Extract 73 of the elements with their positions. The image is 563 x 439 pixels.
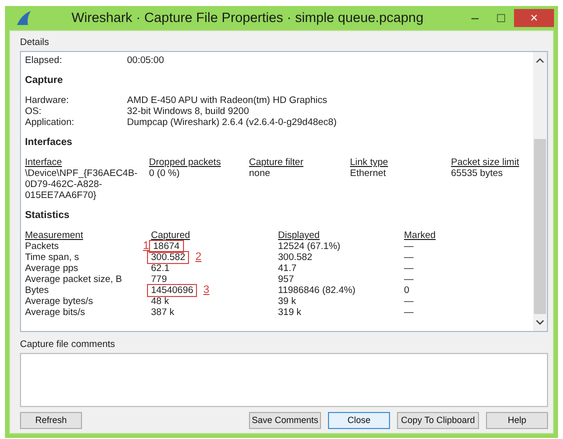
dialog-button[interactable]: Refresh [20,412,82,429]
callout-number: 3 [203,284,210,296]
column-header: Capture filter [249,157,304,168]
dialog-button[interactable]: Save Comments [249,412,321,429]
table-cell: 779 [151,274,167,285]
boxed-value: 300.582 [147,251,190,264]
column-header: Captured [151,230,190,241]
column-header: Packet size limit [451,157,520,168]
window-title: Wireshark · Capture File Properties · simple queue.pcapng [70,10,424,26]
table-cell: 41.7 [278,263,296,274]
table-cell: none [249,168,270,179]
scroll-thumb[interactable] [534,138,546,314]
table-cell: Time span, s [25,252,80,263]
callout-number: 2 [195,251,202,263]
close-button[interactable]: × [514,9,554,27]
property-label: Hardware: [25,95,69,106]
table-cell: 12524 (67.1%) [278,241,340,252]
section-label: Capture file comments [20,339,116,350]
table-cell: 300.582 [278,252,312,263]
section-heading: Interfaces [25,137,74,148]
scroll-down-icon[interactable] [536,320,544,325]
section-label: Details [20,37,50,48]
table-cell: — [404,241,414,252]
property-value: AMD E-450 APU with Radeon(tm) HD Graphics [127,95,328,106]
table-cell: Average bits/s [25,307,86,318]
dialog-button[interactable]: Close [328,412,390,429]
comments-field[interactable] [20,353,548,407]
property-value: 00:05:00 [127,55,164,66]
table-cell-text: \Device\NPF_{F36AEC4B-0D79-462C-A828-015EE7AA6F70} [25,168,138,201]
table-cell: 0 [404,285,410,296]
column-header: Link type [350,157,388,168]
table-cell: Average bytes/s [25,296,93,307]
table-cell: Ethernet [350,168,386,179]
property-label: Application: [25,117,74,128]
property-value: 32-bit Windows 8, build 9200 [127,106,249,117]
table-cell: 65535 bytes [451,168,503,179]
table-cell: Average pps [25,263,78,274]
table-cell: 39 k [278,296,296,307]
section-heading: Statistics [25,210,70,221]
table-cell: Average packet size, B [25,274,122,285]
table-cell: 48 k [151,296,169,307]
column-header: Marked [404,230,436,241]
column-header: Dropped packets [149,157,221,168]
column-header: Displayed [278,230,320,241]
dialog-button[interactable]: Help [486,412,548,429]
section-heading: Capture [25,75,64,86]
property-label: Elapsed: [25,55,62,66]
table-cell: Bytes [25,285,49,296]
minimize-button[interactable]: – [462,9,488,27]
boxed-value: 18674 [149,240,184,253]
callout-number: 1 [143,240,150,252]
shark-fin-icon [15,10,33,26]
column-header: Interface [25,157,62,168]
property-label: OS: [25,106,42,117]
table-cell: 319 k [278,307,302,318]
table-cell: — [404,307,414,318]
dialog-button[interactable]: Copy To Clipboard [397,412,479,429]
table-cell: — [404,274,414,285]
scrollbar[interactable] [533,52,547,331]
boxed-value: 14540696 [147,284,198,297]
table-cell: — [404,296,414,307]
table-cell: — [404,252,414,263]
table-cell: 62.1 [151,263,170,274]
table-cell: 387 k [151,307,174,318]
column-header: Measurement [25,230,84,241]
maximize-button[interactable]: □ [488,9,514,27]
table-cell: — [404,263,414,274]
table-cell: 957 [278,274,294,285]
table-cell: Packets [25,241,59,252]
property-value: Dumpcap (Wireshark) 2.6.4 (v2.6.4-0-g29d48ec8) [127,117,337,128]
table-cell: 0 (0 %) [149,168,180,179]
table-cell: 11986846 (82.4%) [278,285,356,296]
scroll-up-icon[interactable] [536,58,544,63]
